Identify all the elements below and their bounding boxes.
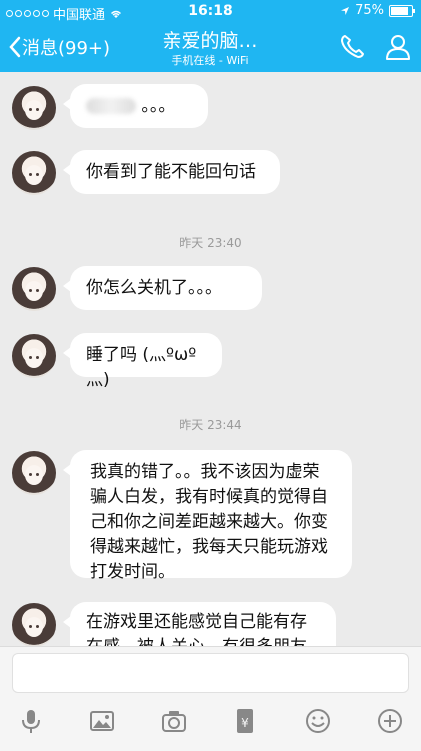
chat-header: 消息(99+) 亲爱的脑… 手机在线 - WiFi [0, 22, 421, 72]
battery-percent: 75% [355, 3, 384, 18]
avatar[interactable] [12, 267, 56, 311]
message-text: 睡了吗 (灬ºωº灬) [86, 345, 197, 390]
svg-text:¥: ¥ [241, 716, 249, 730]
chevron-left-icon [9, 36, 21, 58]
chat-title[interactable]: 亲爱的脑… [120, 26, 300, 53]
timestamp: 昨天 23:44 [179, 418, 242, 432]
timestamp: 昨天 23:40 [179, 236, 242, 250]
online-status: 手机在线 - WiFi [171, 54, 249, 67]
red-packet-icon[interactable]: ¥ [231, 707, 259, 735]
status-right: 75% [340, 3, 415, 18]
back-button[interactable]: 消息(99+) [8, 34, 110, 60]
message-bubble[interactable]: 你看到了能不能回句话 [63, 150, 280, 194]
avatar[interactable] [12, 151, 56, 195]
location-arrow-icon [341, 6, 350, 15]
image-icon[interactable] [88, 707, 116, 735]
message-text: 。。。 [141, 96, 176, 116]
battery-icon [389, 4, 415, 17]
message-text: 你怎么关机了。。。 [86, 278, 222, 298]
back-label: 消息(99+) [22, 38, 111, 59]
avatar[interactable] [12, 603, 56, 647]
message-input[interactable] [12, 653, 409, 693]
phone-icon[interactable] [337, 32, 367, 62]
message-bubble[interactable]: 。。。 [63, 84, 208, 128]
input-bar: ¥ [0, 646, 421, 751]
avatar[interactable] [12, 451, 56, 495]
user-profile-icon[interactable] [383, 32, 413, 62]
emoji-icon[interactable] [304, 707, 332, 735]
message-text: 我真的错了。。我不该因为虚荣骗人白发，我有时候真的觉得自己和你之间差距越来越大。… [90, 462, 328, 582]
message-bubble[interactable]: 睡了吗 (灬ºωº灬) [63, 333, 222, 390]
status-bar: 中国联通 16:18 75% [0, 0, 421, 23]
avatar[interactable] [12, 86, 56, 130]
avatar[interactable] [12, 334, 56, 378]
camera-icon[interactable] [160, 707, 188, 735]
plus-icon[interactable] [376, 707, 404, 735]
microphone-icon[interactable] [17, 707, 45, 735]
message-bubble[interactable]: 我真的错了。。我不该因为虚荣骗人白发，我有时候真的觉得自己和你之间差距越来越大。… [63, 450, 352, 582]
message-bubble[interactable]: 你怎么关机了。。。 [63, 266, 262, 310]
message-text: 你看到了能不能回句话 [86, 162, 256, 182]
blurred-text [86, 98, 136, 114]
